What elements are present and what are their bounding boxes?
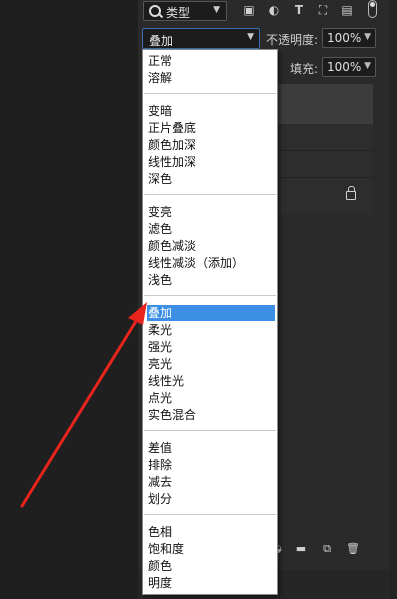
annotation-arrow	[20, 302, 147, 508]
